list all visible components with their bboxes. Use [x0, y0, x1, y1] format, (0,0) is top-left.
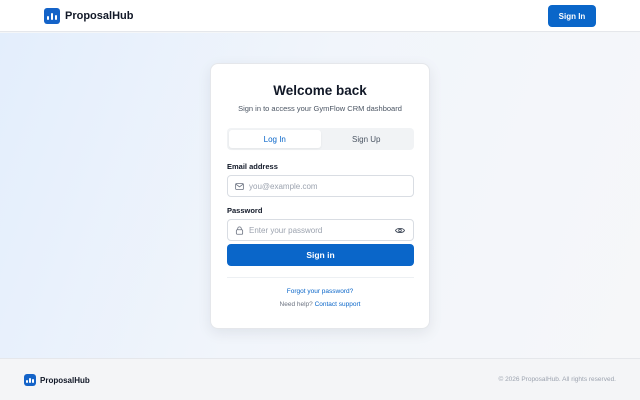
page-footer: ProposalHub © 2026 ProposalHub. All righ…: [0, 358, 640, 400]
eye-icon[interactable]: [395, 226, 405, 235]
email-field-wrapper: [227, 175, 414, 197]
footer-brand-logo[interactable]: ProposalHub: [24, 374, 90, 386]
mail-icon: [235, 183, 244, 190]
brand-logo[interactable]: ProposalHub: [44, 8, 133, 24]
bar-chart-icon: [44, 8, 60, 24]
top-header: ProposalHub Sign In: [0, 0, 640, 32]
password-field-wrapper: [227, 219, 414, 241]
login-card: Welcome back Sign in to access your GymF…: [210, 63, 430, 329]
card-subtitle: Sign in to access your GymFlow CRM dashb…: [238, 104, 402, 113]
tab-sign-up[interactable]: Sign Up: [321, 130, 413, 148]
contact-support-link[interactable]: Contact support: [315, 301, 361, 308]
forgot-password-link[interactable]: Forgot your password?: [211, 288, 429, 295]
email-label: Email address: [227, 162, 278, 171]
bar-chart-icon: [24, 374, 36, 386]
help-text: Need help?: [279, 301, 315, 308]
card-title: Welcome back: [273, 83, 367, 98]
tab-log-in[interactable]: Log In: [229, 130, 321, 148]
footer-brand-name: ProposalHub: [40, 375, 90, 385]
email-input[interactable]: [249, 179, 389, 193]
lock-icon: [235, 226, 244, 235]
password-input[interactable]: [249, 223, 389, 237]
brand-name: ProposalHub: [65, 10, 134, 22]
password-label: Password: [227, 206, 263, 215]
help-line: Need help? Contact support: [211, 301, 429, 308]
auth-tabs: Log In Sign Up: [227, 128, 414, 150]
copyright-text: © 2026 ProposalHub. All rights reserved.: [498, 376, 616, 383]
sign-in-submit-button[interactable]: Sign in: [227, 244, 414, 266]
divider: [227, 277, 414, 278]
header-sign-in-button[interactable]: Sign In: [548, 5, 596, 27]
